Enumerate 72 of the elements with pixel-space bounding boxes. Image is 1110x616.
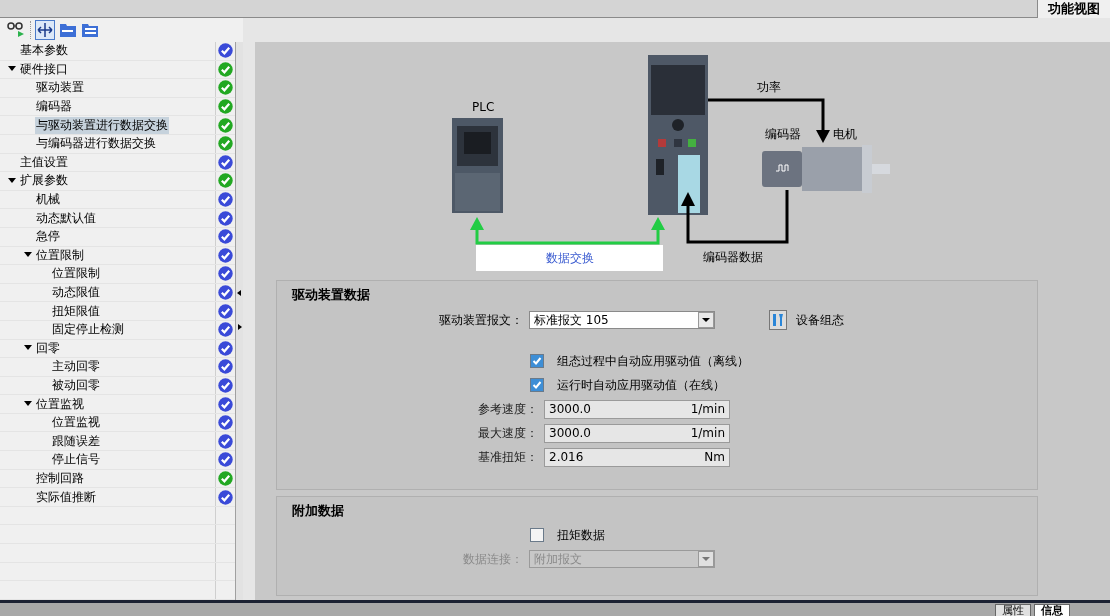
telegram-dropdown[interactable]: 标准报文 105 [529, 311, 715, 329]
bottom-tab[interactable]: 属性 [995, 604, 1031, 616]
unit-label: 1/min [690, 425, 725, 442]
encoder-label: 编码器 [765, 126, 801, 143]
scrollbar[interactable] [235, 42, 243, 600]
section-title: 附加数据 [292, 502, 345, 520]
tree-item[interactable]: 扩展参数 [19, 172, 69, 190]
power-label: 功率 [757, 79, 781, 96]
tree-item[interactable]: 位置限制 [51, 265, 101, 283]
checkbox-label: 运行时自动应用驱动值（在线） [557, 377, 725, 394]
value-field[interactable]: 3000.0 1/min [544, 423, 730, 443]
checkbox[interactable] [530, 354, 544, 368]
tree-item[interactable]: 动态默认值 [35, 209, 97, 227]
collapse-left-icon[interactable] [236, 288, 243, 298]
tree-item[interactable]: 位置监视 [35, 395, 85, 413]
folder-list-icon[interactable] [81, 22, 99, 38]
expand-width-icon[interactable] [35, 20, 55, 40]
tree-item[interactable]: 硬件接口 [19, 60, 69, 78]
tree-item[interactable]: 基本参数 [19, 42, 69, 60]
checkbox[interactable] [530, 378, 544, 392]
tree-item[interactable]: 跟随误差 [51, 432, 101, 450]
tree-item[interactable]: 实际值推断 [35, 488, 97, 506]
value-field[interactable]: 3000.0 1/min [544, 399, 730, 419]
field-value: 3000.0 [549, 425, 591, 442]
folder-icon[interactable] [59, 22, 77, 38]
field-label: 参考速度： [477, 401, 539, 418]
tree-item[interactable]: 固定停止检测 [51, 321, 125, 339]
tree-item[interactable]: 与驱动装置进行数据交换 [35, 116, 169, 134]
field-label: 基准扭矩： [477, 449, 539, 466]
expanded-arrow-icon[interactable] [8, 177, 16, 184]
unit-label: 1/min [690, 401, 725, 418]
tree-item[interactable]: 停止信号 [51, 451, 101, 469]
motor-label: 电机 [833, 126, 857, 143]
checkbox-label: 扭矩数据 [557, 527, 605, 544]
expand-right-icon[interactable] [236, 322, 243, 332]
data-exchange-label: 数据交换 [476, 245, 663, 271]
tree-item[interactable]: 被动回零 [51, 377, 101, 394]
bottom-tab[interactable]: 信息 [1034, 604, 1070, 616]
value-field[interactable]: 2.016 Nm [544, 447, 730, 467]
expanded-arrow-icon[interactable] [24, 401, 32, 408]
tree-item[interactable]: 位置限制 [35, 246, 85, 264]
field-label: 驱动装置报文： [438, 312, 524, 329]
tree-item[interactable]: 与编码器进行数据交换 [35, 135, 157, 153]
tree-item[interactable]: 回零 [35, 339, 61, 357]
tree-item[interactable]: 驱动装置 [35, 79, 85, 97]
field-value: 3000.0 [549, 401, 591, 418]
expanded-arrow-icon[interactable] [8, 66, 16, 73]
tools-icon[interactable] [769, 310, 787, 330]
tree-item[interactable]: 动态限值 [51, 284, 101, 301]
tree-item[interactable]: 急停 [35, 228, 61, 246]
section-title: 驱动装置数据 [292, 286, 371, 304]
view-tab[interactable]: 功能视图 [1037, 0, 1110, 18]
dropdown-caret-icon [698, 312, 714, 328]
field-label: 最大速度： [477, 425, 539, 442]
encoder-data-label: 编码器数据 [703, 249, 763, 266]
expanded-arrow-icon[interactable] [24, 345, 32, 352]
field-value: 2.016 [549, 449, 584, 466]
tree-item[interactable]: 控制回路 [35, 469, 85, 487]
tree-item[interactable]: 机械 [35, 191, 61, 209]
dropdown-caret-icon [698, 551, 714, 567]
plc-label: PLC [472, 99, 495, 116]
tree-item[interactable]: 主动回零 [51, 358, 101, 376]
tree-item[interactable]: 扭矩限值 [51, 302, 101, 320]
tree-item[interactable]: 位置监视 [51, 414, 101, 432]
checkbox[interactable] [530, 528, 544, 542]
device-config-link[interactable]: 设备组态 [796, 311, 844, 329]
unit-label: Nm [704, 449, 725, 466]
glasses-icon[interactable] [6, 21, 26, 39]
tree-item[interactable]: 编码器 [35, 98, 73, 116]
expanded-arrow-icon[interactable] [24, 252, 32, 259]
checkbox-label: 组态过程中自动应用驱动值（离线） [557, 353, 749, 370]
tree-item[interactable]: 主值设置 [19, 153, 69, 171]
